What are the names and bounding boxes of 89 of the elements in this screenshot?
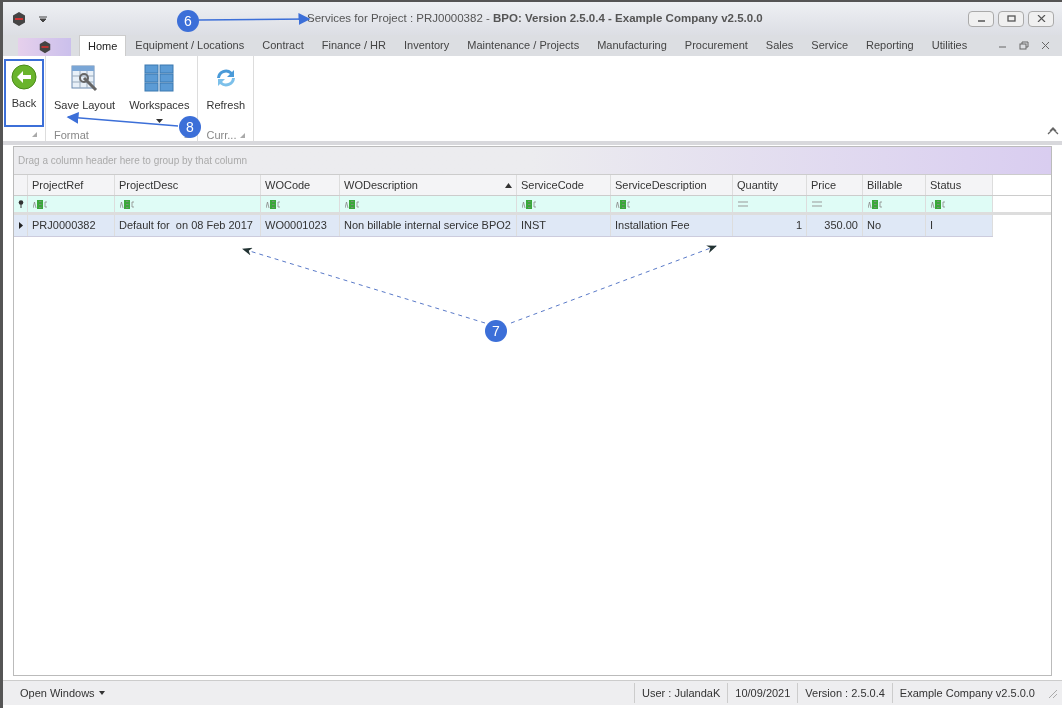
text-filter-icon xyxy=(33,199,48,209)
ribbon-tab[interactable]: Service xyxy=(802,35,858,56)
filter-cell[interactable] xyxy=(340,196,517,212)
table-cell: INST xyxy=(517,215,611,236)
ribbon-tab[interactable]: Equipment / Locations xyxy=(126,35,254,56)
table-cell: PRJ0000382 xyxy=(28,215,115,236)
maximize-icon xyxy=(1006,15,1016,22)
filter-cell[interactable] xyxy=(517,196,611,212)
filter-cell[interactable] xyxy=(611,196,733,212)
close-icon[interactable] xyxy=(1041,41,1050,50)
ribbon-button[interactable]: Back xyxy=(4,59,44,127)
column-header[interactable]: Quantity xyxy=(733,175,807,195)
ribbon-tab[interactable]: Procurement xyxy=(675,35,757,56)
table-cell: Default for on 08 Feb 2017 xyxy=(115,215,261,236)
column-header[interactable]: ServiceDescription xyxy=(611,175,733,195)
callout-badge: 6 xyxy=(177,10,199,32)
text-filter-icon xyxy=(868,199,883,209)
ribbon-tab[interactable]: Manufacturing xyxy=(588,35,676,56)
table-cell: WO0001023 xyxy=(261,215,340,236)
maximize-button[interactable] xyxy=(998,10,1024,27)
text-filter-icon xyxy=(120,199,135,209)
group-panel-hint: Drag a column header here to group by that column xyxy=(18,154,248,168)
column-header[interactable]: ServiceCode xyxy=(517,175,611,195)
status-bar-text: Example Company v2.5.0.0 xyxy=(891,683,1042,703)
quick-access-caret-icon[interactable] xyxy=(39,14,47,23)
dialog-launcher-icon[interactable] xyxy=(32,131,37,137)
status-bar-text: User : JulandaK xyxy=(634,683,728,703)
column-header[interactable]: ProjectDesc xyxy=(115,175,261,195)
table-row[interactable]: PRJ0000382 Default for on 08 Feb 2017 WO0001023 Non billable internal service BPO2 INST Installation Fee 1 350.00 No I xyxy=(14,215,993,237)
ribbon-tab[interactable]: Sales xyxy=(756,35,803,56)
dialog-launcher-icon[interactable] xyxy=(240,132,246,138)
group-label: Format xyxy=(54,128,89,143)
filter-cell[interactable] xyxy=(863,196,926,212)
equals-filter-icon xyxy=(812,201,822,207)
close-icon xyxy=(1036,15,1046,22)
table-cell: 1 xyxy=(733,215,807,236)
ribbon-tab[interactable]: Maintenance / Projects xyxy=(458,35,589,56)
table-wrench-icon xyxy=(69,64,100,92)
column-header[interactable]: ProjectRef xyxy=(28,175,115,195)
table-cell: No xyxy=(863,215,926,236)
column-header[interactable]: WOCode xyxy=(261,175,340,195)
app-logo-icon xyxy=(37,40,52,54)
text-filter-icon xyxy=(345,199,360,209)
text-filter-icon xyxy=(616,199,631,209)
window-title: Services for Project : PRJ0000382 - BPO: Version 2.5.0.4 - Example Company v2.5.0.0 xyxy=(307,11,763,24)
resize-grip-icon[interactable] xyxy=(1046,687,1058,699)
open-windows-button[interactable]: Open Windows xyxy=(3,684,122,702)
equals-filter-icon xyxy=(738,201,748,207)
callout-badge: 7 xyxy=(485,320,507,342)
table-cell: 350.00 xyxy=(807,215,863,236)
collapse-ribbon-icon[interactable] xyxy=(1047,126,1059,135)
column-header[interactable]: WODescription xyxy=(340,175,517,195)
filter-cell[interactable] xyxy=(261,196,340,212)
ribbon-tab[interactable]: Reporting xyxy=(857,35,923,56)
ribbon-button[interactable]: Save Layout xyxy=(47,59,123,127)
text-filter-icon xyxy=(266,199,281,209)
pin-icon xyxy=(17,200,24,208)
text-filter-icon xyxy=(931,199,946,209)
table-cell: Non billable internal service BPO2 xyxy=(340,215,517,236)
ribbon-tab[interactable]: Utilities xyxy=(922,35,977,56)
ribbon-tab[interactable]: Home xyxy=(79,35,127,56)
table-cell: Installation Fee xyxy=(611,215,733,236)
filter-cell[interactable] xyxy=(115,196,261,212)
column-header[interactable]: Status xyxy=(926,175,993,195)
ribbon-tab[interactable]: Contract xyxy=(253,35,313,56)
group-label: Curr... xyxy=(206,128,237,143)
table-cell: I xyxy=(926,215,993,236)
restore-icon[interactable] xyxy=(1019,41,1029,50)
caret-icon xyxy=(98,691,105,695)
column-header[interactable]: Billable xyxy=(863,175,926,195)
minimize-button[interactable] xyxy=(968,10,994,27)
close-button[interactable] xyxy=(1028,10,1054,27)
callout-badge: 8 xyxy=(179,116,201,138)
ribbon-button[interactable]: Refresh xyxy=(199,59,252,127)
application-menu-button[interactable] xyxy=(18,38,71,56)
filter-cell[interactable] xyxy=(807,196,863,212)
app-logo-icon[interactable] xyxy=(11,10,27,27)
text-filter-icon xyxy=(522,199,537,209)
status-bar-text: Version : 2.5.0.4 xyxy=(797,683,892,703)
filter-cell[interactable] xyxy=(733,196,807,212)
filter-cell[interactable] xyxy=(28,196,115,212)
ribbon-tab[interactable]: Finance / HR xyxy=(312,35,395,56)
grid-icon xyxy=(144,64,175,92)
sort-ascending-icon xyxy=(505,182,512,188)
column-header[interactable]: Price xyxy=(807,175,863,195)
status-bar-text: 10/09/2021 xyxy=(727,683,798,703)
filter-cell[interactable] xyxy=(926,196,993,212)
row-indicator-icon xyxy=(18,222,23,229)
ribbon-tab[interactable]: Inventory xyxy=(395,35,459,56)
